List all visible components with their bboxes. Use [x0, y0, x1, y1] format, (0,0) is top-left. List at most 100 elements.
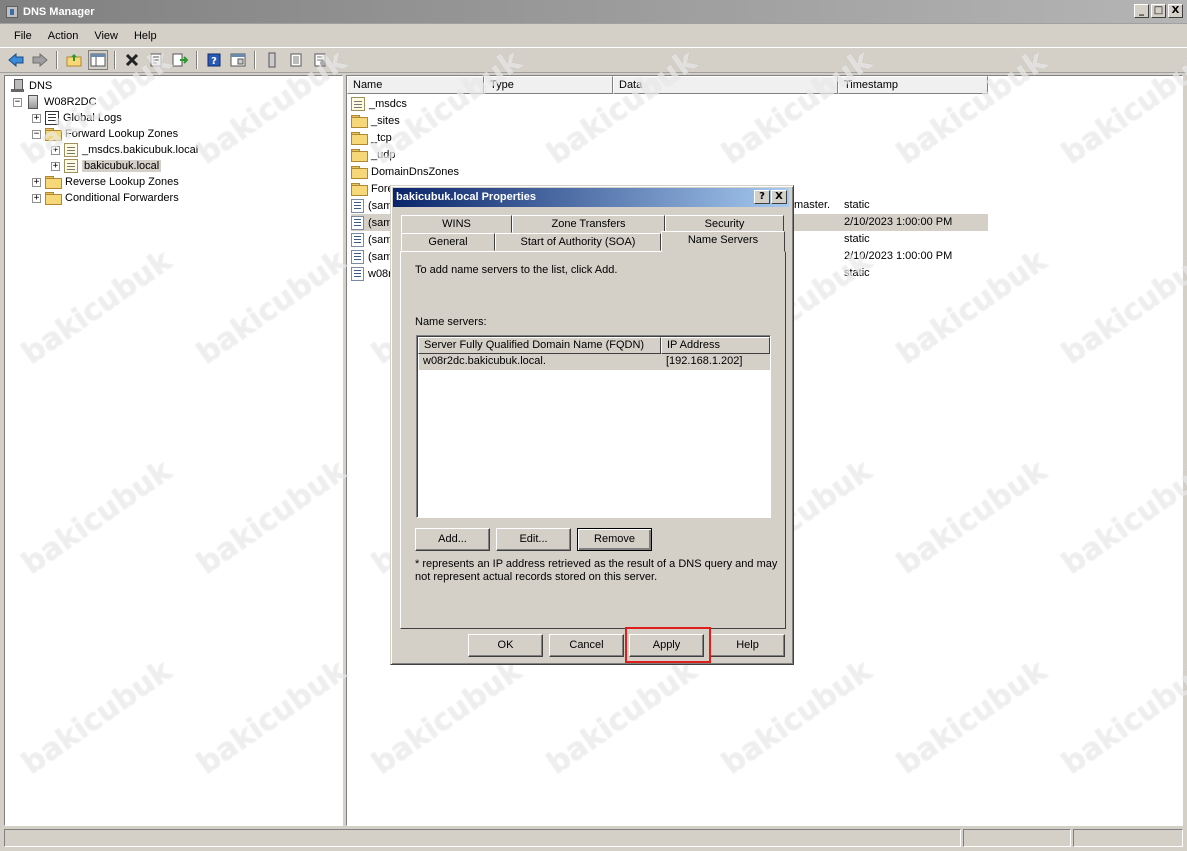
tree-label: DNS [29, 80, 53, 92]
zone-list-icon[interactable] [286, 50, 306, 70]
menu-bar: File Action View Help [0, 25, 1187, 47]
delete-icon[interactable] [122, 50, 142, 70]
maximize-button[interactable]: □ [1151, 4, 1166, 18]
back-arrow-icon[interactable] [6, 50, 26, 70]
folder-icon [351, 131, 368, 145]
forward-arrow-icon[interactable] [30, 50, 50, 70]
menu-file[interactable]: File [6, 30, 40, 42]
dialog-help-button[interactable]: ? [754, 190, 770, 204]
folder-icon [351, 114, 368, 128]
tab-zone-transfers[interactable]: Zone Transfers [512, 215, 665, 233]
tree-label: _msdcs.bakicubuk.local [82, 144, 199, 156]
tree-item-reverse-lookup-zones[interactable]: + Reverse Lookup Zones [32, 174, 179, 190]
note-text-line2: not represent actual records stored on t… [415, 571, 658, 583]
collapse-icon[interactable]: − [13, 97, 22, 107]
ns-fqdn-cell[interactable]: w08r2dc.bakicubuk.local. [423, 355, 546, 367]
collapse-icon[interactable]: − [32, 129, 41, 139]
help-icon[interactable]: ? [204, 50, 224, 70]
column-type[interactable]: Type [484, 76, 613, 94]
menu-view[interactable]: View [86, 30, 126, 42]
status-bar [4, 829, 1183, 847]
dialog-title: bakicubuk.local Properties [396, 191, 536, 203]
note-text-line1: * represents an IP address retrieved as … [415, 558, 778, 570]
tab-name-servers[interactable]: Name Servers [661, 231, 785, 252]
tree-item-global-logs[interactable]: + Global Logs [32, 110, 122, 126]
tab-start-of-authority[interactable]: Start of Authority (SOA) [495, 233, 661, 251]
list-item[interactable]: _tcp [351, 129, 392, 146]
list-item[interactable]: (sam [351, 248, 392, 265]
list-item-timestamp: static [844, 267, 870, 279]
help-button[interactable]: Help [710, 634, 785, 657]
dialog-title-buttons: ? X [754, 190, 787, 204]
menu-help[interactable]: Help [126, 30, 165, 42]
dialog-titlebar: bakicubuk.local Properties ? X [393, 188, 789, 207]
tree-label: Forward Lookup Zones [65, 128, 179, 140]
expand-icon[interactable]: + [32, 113, 41, 123]
column-name[interactable]: Name [347, 76, 484, 94]
list-item[interactable]: _msdcs [351, 95, 407, 112]
tree-label: bakicubuk.local [82, 160, 162, 172]
up-folder-icon[interactable] [64, 50, 84, 70]
show-hide-tree-icon[interactable] [88, 50, 108, 70]
expand-icon[interactable]: + [51, 161, 60, 171]
tree-item-bakicubuk-local[interactable]: + bakicubuk.local [51, 158, 162, 174]
close-button[interactable]: X [1168, 4, 1183, 18]
zone-update-icon[interactable] [310, 50, 330, 70]
cancel-button[interactable]: Cancel [549, 634, 624, 657]
server-icon[interactable] [262, 50, 282, 70]
list-item-name: _udp [371, 148, 396, 161]
edit-button[interactable]: Edit... [496, 528, 571, 551]
list-item[interactable]: (sam [351, 197, 392, 214]
window-titlebar: DNS Manager _ □ X [0, 0, 1187, 24]
list-item[interactable]: _udp [351, 146, 395, 163]
dns-record-icon [351, 232, 364, 247]
console-tree[interactable]: DNS − W08R2DC + Global Logs − Forward Lo… [4, 75, 343, 826]
expand-icon[interactable]: + [32, 177, 41, 187]
tab-general[interactable]: General [401, 233, 495, 251]
list-item[interactable]: Fore [351, 180, 394, 197]
tree-item-conditional-forwarders[interactable]: + Conditional Forwarders [32, 190, 179, 206]
add-button[interactable]: Add... [415, 528, 490, 551]
list-item[interactable]: _sites [351, 112, 400, 129]
dns-record-icon [351, 198, 364, 213]
tree-item-msdcs-zone[interactable]: + _msdcs.bakicubuk.local [51, 142, 198, 158]
folder-icon [45, 176, 62, 189]
column-ip-address[interactable]: IP Address [661, 337, 770, 354]
name-servers-label: Name servers: [415, 316, 487, 328]
status-cell [4, 829, 961, 847]
export-icon[interactable] [170, 50, 190, 70]
list-item-timestamp: 2/10/2023 1:00:00 PM [844, 250, 953, 262]
list-item[interactable]: w08r [351, 265, 392, 282]
tree-label: W08R2DC [44, 96, 97, 108]
remove-button[interactable]: Remove [577, 528, 652, 551]
name-servers-list[interactable]: Server Fully Qualified Domain Name (FQDN… [416, 335, 771, 518]
expand-icon[interactable]: + [51, 145, 60, 155]
apply-highlight-box [625, 627, 711, 663]
tree-item-server[interactable]: − W08R2DC [13, 94, 97, 110]
toolbar-separator [56, 51, 58, 69]
list-item[interactable]: (sam [351, 231, 392, 248]
ns-ip-cell[interactable]: [192.168.1.202] [666, 355, 742, 367]
list-item[interactable]: (sam [351, 214, 392, 231]
menu-action[interactable]: Action [40, 30, 87, 42]
tree-item-dns[interactable]: DNS [11, 78, 52, 94]
minimize-button[interactable]: _ [1134, 4, 1149, 18]
list-item[interactable]: DomainDnsZones [351, 163, 459, 180]
list-item-name: _tcp [371, 131, 392, 144]
tree-item-forward-lookup-zones[interactable]: − Forward Lookup Zones [32, 126, 178, 142]
folder-icon [45, 128, 62, 141]
column-data[interactable]: Data [613, 76, 838, 94]
list-item-name: w08r [368, 267, 392, 280]
properties-icon[interactable] [146, 50, 166, 70]
column-timestamp[interactable]: Timestamp [838, 76, 988, 94]
console-icon[interactable] [228, 50, 248, 70]
ok-button[interactable]: OK [468, 634, 543, 657]
dialog-close-button[interactable]: X [771, 190, 787, 204]
expand-icon[interactable]: + [32, 193, 41, 203]
list-item-name: (sam [368, 199, 393, 212]
tab-wins[interactable]: WINS [401, 215, 512, 233]
folder-icon [351, 148, 368, 162]
column-fqdn[interactable]: Server Fully Qualified Domain Name (FQDN… [418, 337, 661, 354]
list-item-timestamp: static [844, 199, 870, 211]
zone-icon [64, 159, 78, 173]
